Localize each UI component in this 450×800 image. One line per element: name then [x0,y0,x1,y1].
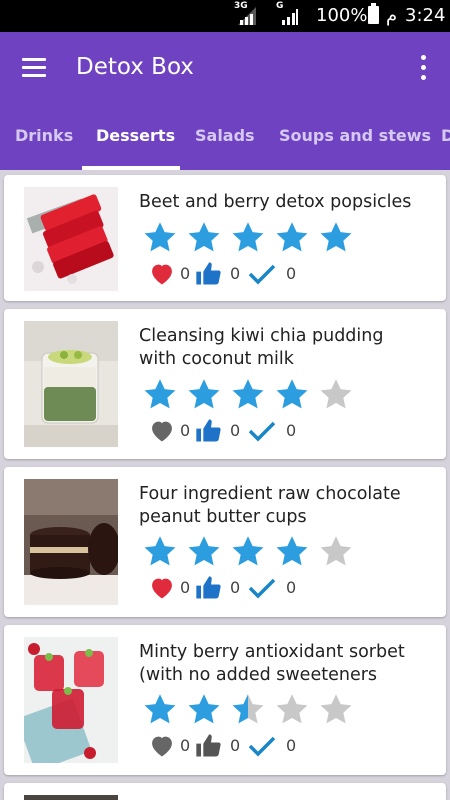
star-icon [144,379,176,409]
done-count: 0 [286,736,297,755]
recipe-list[interactable]: Beet and berry detox popsicles 0 0 0 Cle… [0,170,450,800]
more-vert-icon-dot [421,65,426,70]
kiwi-pudding-jar-image [24,321,118,447]
star-icon [188,694,220,724]
more-vert-icon-dot [421,75,426,80]
tab-partial-next[interactable]: D [441,102,450,170]
hamburger-menu-icon-bar [22,74,46,77]
recipe-card[interactable]: Beet and berry detox popsicles 0 0 0 [4,175,446,301]
recipe-title-line: Beet and berry detox popsicles [139,192,412,212]
likes-count: 0 [230,264,241,283]
status-bar: 3G G 100% م 3:24 [0,0,450,32]
star-icon [276,694,308,724]
checkmark-icon[interactable] [248,260,276,288]
thumbs-up-icon[interactable] [194,417,222,445]
network-g-signal-icon: G [276,1,298,25]
done-count: 0 [286,421,297,440]
recipe-title-line: Cleansing kiwi chia pudding [139,326,384,346]
tab-desserts[interactable]: Desserts [96,102,175,170]
star-icon [232,536,264,566]
checkmark-icon[interactable] [248,417,276,445]
battery-icon [368,3,379,24]
done-count: 0 [286,578,297,597]
likes-count: 0 [230,421,241,440]
app-title: Detox Box [76,54,194,80]
battery-percent: 100% [316,5,368,26]
more-vert-icon [421,55,426,60]
star-icon [144,694,176,724]
recipe-title-line: with coconut milk [139,349,294,369]
star-icon [144,222,176,252]
favorites-count: 0 [180,578,191,597]
network-3g-signal-icon: 3G [234,1,256,25]
recipe-title-line: peanut butter cups [139,507,307,527]
tab-soups-and-stews[interactable]: Soups and stews [279,102,431,170]
star-icon [232,379,264,409]
star-icon [320,536,352,566]
recipe-title-line: Minty berry antioxidant sorbet [139,642,405,662]
star-icon [188,222,220,252]
recipe-card[interactable]: Minty berry antioxidant sorbet (with no … [4,625,446,775]
thumbs-up-icon[interactable] [194,732,222,760]
recipe-title: Beet and berry detox popsicles [139,191,439,214]
likes-count: 0 [230,736,241,755]
favorites-count: 0 [180,421,191,440]
checkmark-icon[interactable] [248,732,276,760]
star-icon [144,536,176,566]
category-tabs: Drinks Desserts Salads Soups and stews D [0,102,450,170]
thumbs-up-icon[interactable] [194,574,222,602]
star-icon [276,536,308,566]
likes-count: 0 [230,578,241,597]
star-icon [320,222,352,252]
tab-salads[interactable]: Salads [195,102,255,170]
recipe-card-partial[interactable] [4,783,446,800]
star-icon [320,694,352,724]
star-icon [320,379,352,409]
recipe-title-line: (with no added sweeteners [139,665,378,685]
star-icon [232,222,264,252]
recipe-card[interactable]: Cleansing kiwi chia pudding with coconut… [4,309,446,459]
red-popsicles-image [24,187,118,291]
heart-icon[interactable] [148,574,176,602]
time-period: م [386,5,398,26]
hamburger-menu-icon [22,58,46,61]
recipe-title-line: Four ingredient raw chocolate [139,484,401,504]
star-icon [188,536,220,566]
recipe-title: Four ingredient raw chocolate peanut but… [139,483,439,529]
heart-icon[interactable] [148,260,176,288]
recipe-image-partial [24,795,118,800]
app-bar: Detox Box [0,32,450,102]
done-count: 0 [286,264,297,283]
recipe-title: Minty berry antioxidant sorbet (with no … [139,641,439,687]
favorites-count: 0 [180,736,191,755]
star-icon [188,379,220,409]
star-icon [232,694,264,724]
heart-icon[interactable] [148,417,176,445]
star-icon [276,222,308,252]
tab-drinks[interactable]: Drinks [15,102,73,170]
heart-icon[interactable] [148,732,176,760]
recipe-card[interactable]: Four ingredient raw chocolate peanut but… [4,467,446,617]
checkmark-icon[interactable] [248,574,276,602]
favorites-count: 0 [180,264,191,283]
hamburger-menu-icon-bar [22,66,46,69]
menu-button[interactable] [16,50,52,86]
clock-time: 3:24 [405,5,446,26]
chocolate-cups-image [24,479,118,605]
overflow-menu-button[interactable] [408,50,438,86]
star-icon [276,379,308,409]
recipe-title: Cleansing kiwi chia pudding with coconut… [139,325,439,371]
thumbs-up-icon[interactable] [194,260,222,288]
berry-sorbet-glasses-image [24,637,118,763]
